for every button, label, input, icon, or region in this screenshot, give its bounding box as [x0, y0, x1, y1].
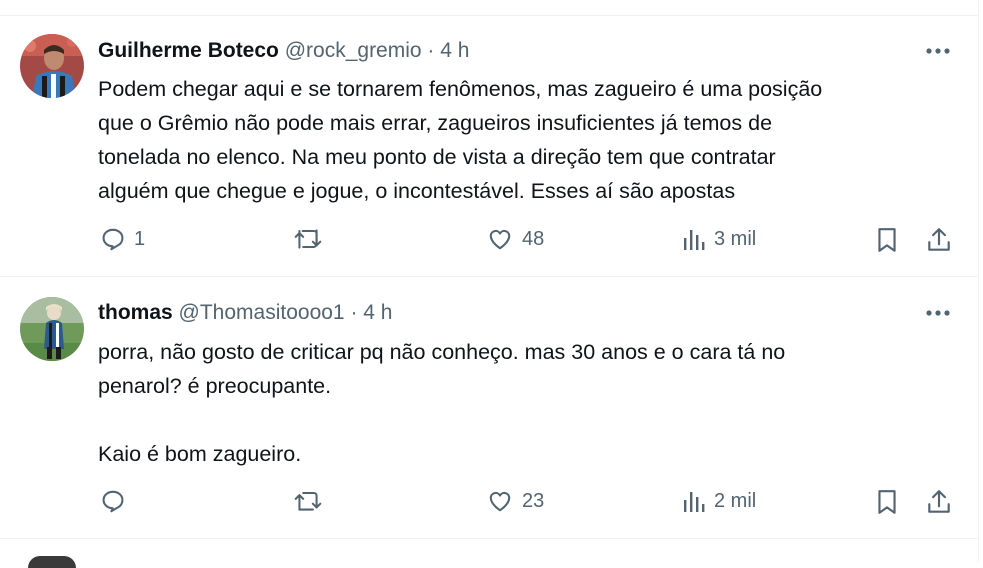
- view-count: 2 mil: [714, 489, 757, 512]
- views-button[interactable]: 3 mil: [682, 226, 756, 252]
- like-button[interactable]: 23: [486, 488, 544, 514]
- share-upload-icon: [928, 490, 950, 513]
- repost-button[interactable]: [293, 226, 331, 252]
- share-button[interactable]: [926, 488, 952, 516]
- next-avatar-partial: [28, 556, 76, 568]
- bookmark-button[interactable]: [874, 488, 900, 516]
- author-handle[interactable]: @rock_gremio: [285, 39, 422, 62]
- tweet-1[interactable]: Guilherme Boteco @rock_gremio · 4 h Pode…: [0, 16, 978, 275]
- bar-chart-icon: [684, 230, 705, 250]
- reply-button[interactable]: 1: [100, 226, 145, 252]
- speech-bubble-icon: [102, 490, 124, 513]
- author-name[interactable]: Guilherme Boteco: [98, 39, 279, 62]
- like-button[interactable]: 48: [486, 226, 544, 252]
- author-handle[interactable]: @Thomasitoooo1: [179, 301, 345, 324]
- author-name[interactable]: thomas: [98, 301, 173, 324]
- avatar[interactable]: [20, 34, 84, 98]
- heart-icon: [489, 229, 511, 250]
- reply-button[interactable]: [100, 488, 134, 514]
- repost-button[interactable]: [293, 488, 331, 514]
- heart-icon: [489, 491, 511, 512]
- more-icon[interactable]: [920, 300, 956, 326]
- like-count: 48: [522, 227, 545, 250]
- view-count: 3 mil: [714, 227, 757, 250]
- like-count: 23: [522, 489, 545, 512]
- timestamp[interactable]: 4 h: [363, 301, 392, 324]
- bookmark-icon: [878, 228, 896, 252]
- timeline-border: [978, 0, 979, 562]
- more-icon[interactable]: [920, 38, 956, 64]
- share-button[interactable]: [926, 226, 952, 254]
- tweet-header: thomas @Thomasitoooo1 · 4 h: [98, 300, 393, 326]
- bookmark-icon: [878, 490, 896, 514]
- separator: ·: [427, 39, 435, 62]
- repost-arrows-icon: [294, 229, 322, 249]
- reply-count: 1: [134, 227, 146, 250]
- tweet-header: Guilherme Boteco @rock_gremio · 4 h: [98, 38, 469, 64]
- avatar[interactable]: [20, 297, 84, 361]
- timestamp[interactable]: 4 h: [440, 39, 469, 62]
- repost-arrows-icon: [294, 491, 322, 511]
- tweet-2[interactable]: thomas @Thomasitoooo1 · 4 h porra, não g…: [0, 277, 978, 537]
- tweet-text: porra, não gosto de criticar pq não conh…: [98, 340, 786, 466]
- views-button[interactable]: 2 mil: [682, 488, 756, 514]
- divider-bottom: [0, 538, 978, 539]
- speech-bubble-icon: [102, 228, 124, 251]
- bar-chart-icon: [684, 492, 705, 512]
- separator: ·: [350, 301, 358, 324]
- tweet-text: Podem chegar aqui e se tornarem fenômeno…: [98, 77, 823, 203]
- bookmark-button[interactable]: [874, 226, 900, 254]
- share-upload-icon: [928, 228, 950, 251]
